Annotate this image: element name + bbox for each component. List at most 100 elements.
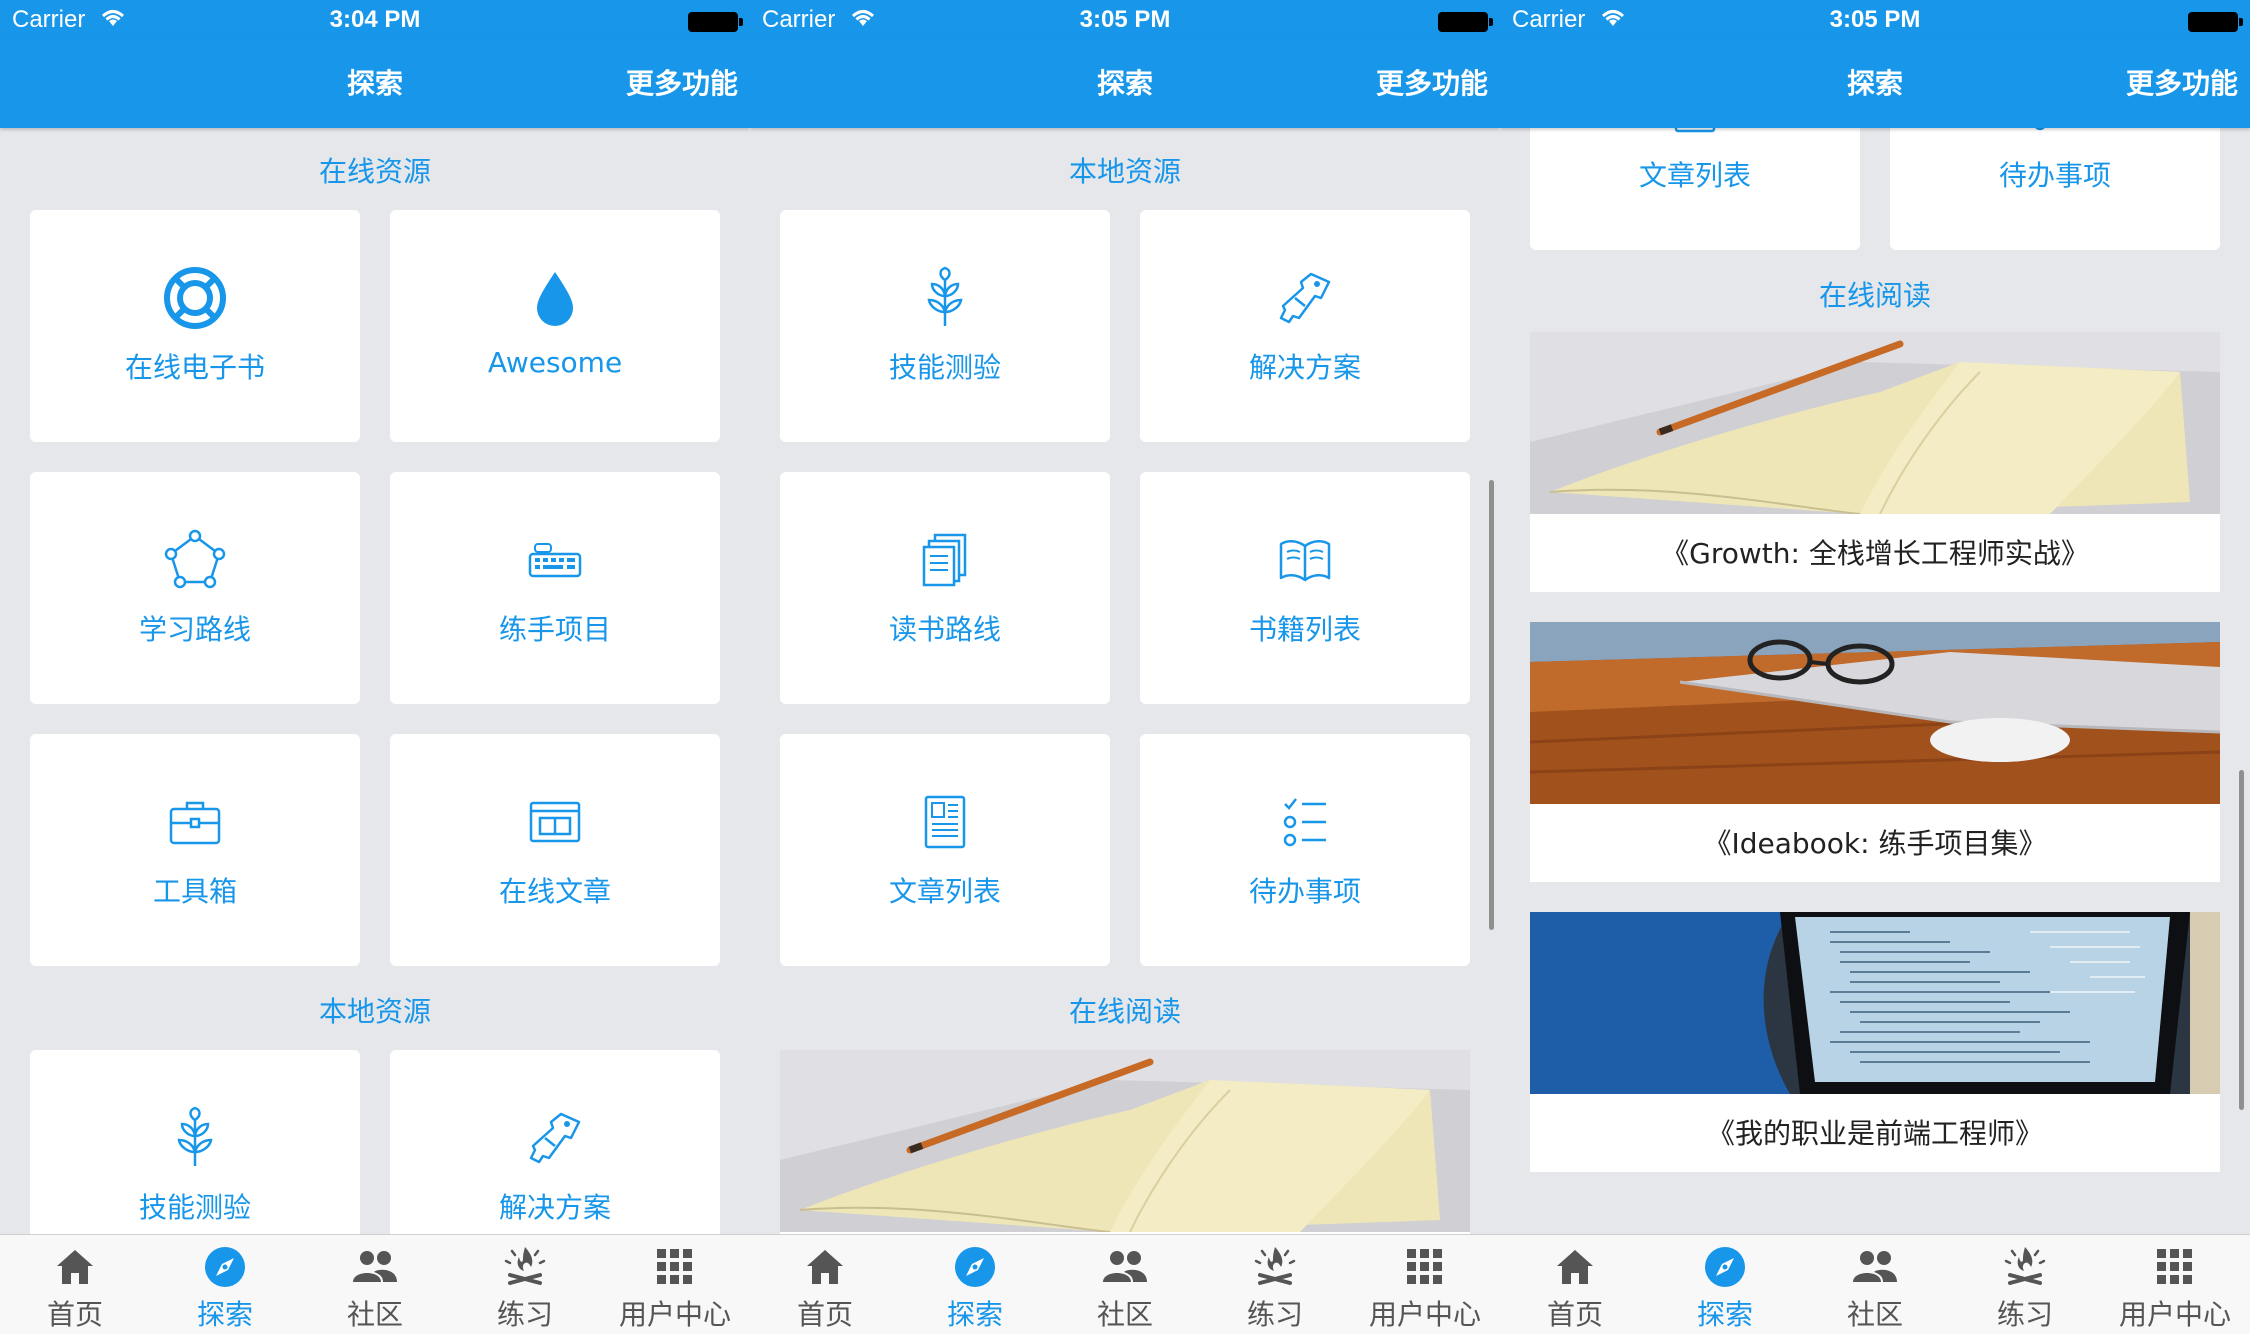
card-solution[interactable]: 解决方案 [1140, 210, 1470, 442]
card-skill-test[interactable]: 技能测验 [30, 1050, 360, 1234]
screenshot-frames: Carrier 3:04 PM 探索 更多功能 在线资源 在线电子书 Aweso… [0, 0, 2250, 1334]
book-card[interactable]: 《我的职业是前端工程师》 [1530, 912, 2220, 1172]
card-label: 读书路线 [888, 613, 1001, 646]
tab-community[interactable]: 社区 [1800, 1243, 1950, 1333]
scroll-view[interactable]: 本地资源 技能测验 解决方案 读书路线 书籍列表 文章列表 待办事项 在线阅读 [750, 128, 1500, 1234]
tab-user-center[interactable]: 用户中心 [1350, 1243, 1500, 1333]
top-navbar: 探索 更多功能 [1500, 40, 2250, 128]
tab-label: 社区 [1846, 1298, 1903, 1331]
scrollbar[interactable] [2239, 770, 2244, 1110]
card-label: 文章列表 [888, 875, 1001, 908]
card-online-article[interactable]: 在线文章 [390, 734, 720, 966]
bottom-tab-bar: 首页 探索 社区 练习 用户中心 [0, 1234, 750, 1334]
route-nodes-icon [164, 529, 226, 589]
nav-tab-more[interactable]: 更多功能 [626, 62, 738, 102]
card-book-list[interactable]: 书籍列表 [1140, 472, 1470, 704]
card-label: 待办事项 [1998, 159, 2111, 192]
scroll-view[interactable]: 在线资源 在线电子书 Awesome 学习路线 练手项目 工具箱 在线文章 本地… [0, 128, 750, 1234]
card-label: 工具箱 [152, 875, 237, 908]
card-online-ebook[interactable]: 在线电子书 [30, 210, 360, 442]
card-label: Awesome [487, 346, 623, 379]
section-title-online-reading: 在线阅读 [1068, 995, 1181, 1028]
compass-icon [955, 1247, 995, 1287]
status-bar: Carrier 3:05 PM [1500, 0, 2250, 40]
campfire-icon [1254, 1247, 1296, 1285]
tab-label: 社区 [346, 1298, 403, 1331]
book-title: 《Growth: 全栈增长工程师实战》 [1661, 537, 2089, 570]
lifebuoy-icon [164, 267, 226, 329]
card-learning-route[interactable]: 学习路线 [30, 472, 360, 704]
bottom-tab-bar: 首页 探索 社区 练习 用户中心 [750, 1234, 1500, 1334]
bottom-tab-bar: 首页 探索 社区 练习 用户中心 [1500, 1234, 2250, 1334]
clock: 3:04 PM [329, 6, 421, 33]
tab-explore[interactable]: 探索 [1650, 1243, 1800, 1333]
card-article-list[interactable]: 文章列表 [1530, 128, 1860, 250]
tab-explore[interactable]: 探索 [150, 1243, 300, 1333]
clock: 3:05 PM [1829, 6, 1921, 33]
card-practice-project[interactable]: 练手项目 [390, 472, 720, 704]
tab-explore[interactable]: 探索 [900, 1243, 1050, 1333]
scrollbar[interactable] [1489, 480, 1494, 930]
keys-icon [1279, 272, 1331, 324]
compass-icon [1705, 1247, 1745, 1287]
tab-home[interactable]: 首页 [750, 1243, 900, 1333]
drop-icon [537, 272, 573, 326]
card-label: 文章列表 [1638, 159, 1751, 192]
card-toolbox[interactable]: 工具箱 [30, 734, 360, 966]
tab-user-center[interactable]: 用户中心 [2100, 1243, 2250, 1333]
book-card[interactable]: 《Ideabook: 练手项目集》 [1530, 622, 2220, 882]
nav-tab-more[interactable]: 更多功能 [2126, 62, 2238, 102]
home-icon [1557, 1250, 1593, 1284]
tab-home[interactable]: 首页 [0, 1243, 150, 1333]
phone-frame-3: Carrier 3:05 PM 探索 更多功能 文章列表 待办事项 在线阅读 《… [1500, 0, 2250, 1334]
status-bar: Carrier 3:04 PM [0, 0, 750, 40]
card-todo[interactable]: 待办事项 [1890, 128, 2220, 250]
laptop-glasses-photo [1530, 622, 2220, 804]
home-icon [807, 1250, 843, 1284]
scroll-view[interactable]: 文章列表 待办事项 在线阅读 《Growth: 全栈增长工程师实战》 《Idea… [1500, 128, 2250, 1234]
nav-tab-more[interactable]: 更多功能 [1376, 62, 1488, 102]
book-title: 《Ideabook: 练手项目集》 [1703, 827, 2047, 860]
tab-label: 探索 [1696, 1298, 1753, 1331]
battery-icon [1438, 12, 1493, 32]
card-todo[interactable]: 待办事项 [1140, 734, 1470, 966]
section-title-online-reading: 在线阅读 [1818, 279, 1931, 312]
tab-user-center[interactable]: 用户中心 [600, 1243, 750, 1333]
tab-label: 练习 [496, 1298, 553, 1331]
phone-frame-1: Carrier 3:04 PM 探索 更多功能 在线资源 在线电子书 Aweso… [0, 0, 750, 1334]
tab-practice[interactable]: 练习 [1950, 1243, 2100, 1333]
book-card[interactable]: 《Growth: 全栈增长工程师实战》 [1530, 332, 2220, 592]
tab-home[interactable]: 首页 [1500, 1243, 1650, 1333]
section-title-local-resources: 本地资源 [1068, 155, 1181, 188]
card-label: 练手项目 [498, 613, 611, 646]
card-skill-test[interactable]: 技能测验 [780, 210, 1110, 442]
tab-community[interactable]: 社区 [300, 1243, 450, 1333]
tab-label: 用户中心 [2118, 1298, 2231, 1331]
tab-practice[interactable]: 练习 [1200, 1243, 1350, 1333]
card-solution[interactable]: 解决方案 [390, 1050, 720, 1234]
tab-practice[interactable]: 练习 [450, 1243, 600, 1333]
card-label: 书籍列表 [1248, 613, 1361, 646]
book-card[interactable]: 《Growth: 全栈增长工程师实战》 [780, 1050, 1470, 1234]
keys-icon [529, 1112, 581, 1164]
card-label: 技能测验 [888, 351, 1001, 384]
tab-community[interactable]: 社区 [1050, 1243, 1200, 1333]
card-article-list[interactable]: 文章列表 [780, 734, 1110, 966]
card-reading-route[interactable]: 读书路线 [780, 472, 1110, 704]
battery-icon [688, 12, 743, 32]
card-awesome[interactable]: Awesome [390, 210, 720, 442]
coding-screen-photo [1530, 912, 2220, 1094]
phone-frame-2: Carrier 3:05 PM 探索 更多功能 本地资源 技能测验 解决方案 读… [750, 0, 1500, 1334]
toolbox-icon [169, 801, 221, 845]
notebook-pencil-photo [1530, 332, 2220, 514]
battery-icon [2188, 12, 2243, 32]
tab-label: 用户中心 [618, 1298, 731, 1331]
tab-label: 首页 [1546, 1298, 1603, 1331]
checklist-icon [1283, 798, 1326, 847]
card-label: 学习路线 [138, 613, 251, 646]
document-icon [1674, 128, 1716, 133]
sprout-icon [177, 1106, 213, 1166]
top-navbar: 探索 更多功能 [0, 40, 750, 128]
tab-label: 练习 [1246, 1298, 1303, 1331]
tab-label: 探索 [946, 1298, 1003, 1331]
